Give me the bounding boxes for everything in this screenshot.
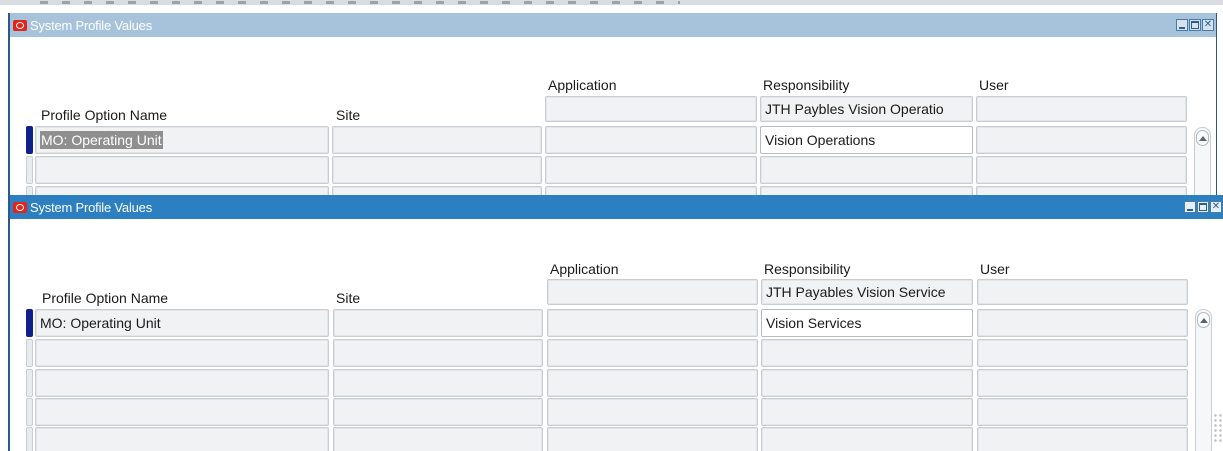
application-field[interactable] bbox=[547, 309, 758, 337]
application-context-field[interactable] bbox=[545, 96, 757, 122]
vertical-scrollbar[interactable] bbox=[1195, 309, 1212, 451]
window-titlebar[interactable]: System Profile Values ✕ bbox=[10, 13, 1216, 37]
minimize-icon[interactable] bbox=[1184, 201, 1196, 213]
record-indicator[interactable] bbox=[26, 427, 33, 451]
column-header-profile-option-name: Profile Option Name bbox=[42, 290, 169, 306]
site-field[interactable] bbox=[332, 186, 542, 195]
close-icon[interactable]: ✕ bbox=[1210, 201, 1222, 213]
user-context-field[interactable] bbox=[977, 279, 1188, 305]
window-title: System Profile Values bbox=[30, 17, 152, 33]
maximize-icon[interactable] bbox=[1197, 201, 1209, 213]
record-indicator-current[interactable] bbox=[26, 126, 33, 154]
site-field[interactable] bbox=[333, 339, 543, 367]
user-field[interactable] bbox=[977, 398, 1188, 426]
site-field[interactable] bbox=[333, 369, 543, 397]
responsibility-value-field[interactable] bbox=[761, 398, 973, 426]
site-field[interactable] bbox=[333, 309, 543, 337]
scroll-up-arrow-icon[interactable] bbox=[1196, 130, 1209, 146]
user-field[interactable] bbox=[977, 427, 1188, 451]
record-indicator[interactable] bbox=[26, 156, 33, 184]
profile-option-name-field[interactable] bbox=[35, 369, 329, 397]
responsibility-value-field[interactable] bbox=[761, 339, 973, 367]
column-header-responsibility: Responsibility bbox=[763, 77, 850, 93]
profile-option-name-field[interactable] bbox=[35, 427, 329, 451]
application-field[interactable] bbox=[547, 369, 758, 397]
responsibility-context-field[interactable]: JTH Payables Vision Service bbox=[761, 279, 973, 305]
column-header-site: Site bbox=[336, 107, 361, 123]
application-field[interactable] bbox=[547, 427, 758, 451]
application-field[interactable] bbox=[545, 126, 757, 154]
user-field[interactable] bbox=[976, 156, 1187, 184]
application-field[interactable] bbox=[547, 339, 758, 367]
column-header-application: Application bbox=[548, 77, 617, 93]
application-field[interactable] bbox=[545, 156, 757, 184]
system-profile-values-window-inactive[interactable]: System Profile Values ✕ Application Resp… bbox=[8, 13, 1217, 195]
user-field[interactable] bbox=[976, 126, 1187, 154]
window-title: System Profile Values bbox=[30, 199, 152, 215]
system-profile-values-window-active[interactable]: System Profile Values ✕ Application Resp… bbox=[8, 195, 1223, 451]
oracle-logo-icon bbox=[13, 19, 27, 31]
site-field[interactable] bbox=[333, 398, 543, 426]
resize-grip-icon[interactable] bbox=[1213, 413, 1223, 443]
record-indicator-current[interactable] bbox=[26, 309, 33, 337]
minimize-icon[interactable] bbox=[1176, 19, 1188, 31]
column-header-user: User bbox=[980, 261, 1010, 277]
window-controls: ✕ bbox=[1176, 19, 1214, 31]
application-field[interactable] bbox=[545, 186, 757, 195]
window-titlebar[interactable]: System Profile Values ✕ bbox=[10, 195, 1223, 219]
toolbar-icons bbox=[40, 1, 680, 4]
window-controls: ✕ bbox=[1184, 201, 1222, 213]
column-header-user: User bbox=[979, 77, 1009, 93]
profile-option-name-field[interactable]: MO: Operating Unit bbox=[35, 309, 329, 337]
responsibility-value-field[interactable] bbox=[760, 156, 973, 184]
user-field[interactable] bbox=[976, 186, 1187, 195]
site-field[interactable] bbox=[332, 156, 542, 184]
application-field[interactable] bbox=[547, 398, 758, 426]
responsibility-value-field[interactable] bbox=[761, 427, 973, 451]
user-field[interactable] bbox=[977, 369, 1188, 397]
column-header-profile-option-name: Profile Option Name bbox=[41, 107, 168, 123]
application-context-field[interactable] bbox=[547, 279, 758, 305]
profile-option-name-field[interactable] bbox=[35, 398, 329, 426]
column-header-responsibility: Responsibility bbox=[764, 261, 851, 277]
profile-option-name-field[interactable] bbox=[35, 186, 329, 195]
column-header-application: Application bbox=[550, 261, 619, 277]
record-indicator[interactable] bbox=[26, 369, 33, 397]
close-icon[interactable]: ✕ bbox=[1202, 19, 1214, 31]
record-indicator[interactable] bbox=[26, 339, 33, 367]
profile-option-name-field[interactable] bbox=[35, 339, 329, 367]
responsibility-value-field[interactable]: Vision Operations bbox=[760, 126, 973, 154]
responsibility-value-field[interactable] bbox=[761, 369, 973, 397]
profile-option-name-field[interactable]: MO: Operating Unit bbox=[35, 126, 329, 154]
site-field[interactable] bbox=[333, 427, 543, 451]
user-field[interactable] bbox=[977, 309, 1188, 337]
record-indicator[interactable] bbox=[26, 186, 33, 195]
site-field[interactable] bbox=[332, 126, 542, 154]
vertical-scrollbar[interactable] bbox=[1194, 127, 1211, 195]
column-header-site: Site bbox=[336, 290, 361, 306]
user-context-field[interactable] bbox=[976, 96, 1187, 122]
profile-option-name-field[interactable] bbox=[35, 156, 329, 184]
responsibility-context-field[interactable]: JTH Paybles Vision Operatio bbox=[760, 96, 973, 122]
record-indicator[interactable] bbox=[26, 398, 33, 426]
maximize-icon[interactable] bbox=[1189, 19, 1201, 31]
oracle-logo-icon bbox=[13, 201, 27, 213]
user-field[interactable] bbox=[977, 339, 1188, 367]
responsibility-value-field[interactable] bbox=[760, 186, 973, 195]
scroll-up-arrow-icon[interactable] bbox=[1197, 312, 1210, 328]
responsibility-value-field[interactable]: Vision Services bbox=[761, 309, 973, 337]
background-toolbar-strip bbox=[0, 0, 1223, 5]
